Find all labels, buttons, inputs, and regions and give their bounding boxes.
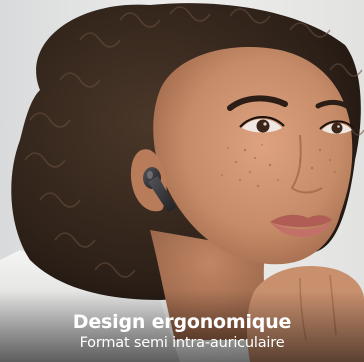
caption-subtitle: Format semi intra-auriculaire [79, 335, 285, 351]
product-photo [0, 0, 364, 362]
product-image-frame: Design ergonomique Format semi intra-aur… [0, 0, 364, 362]
caption-title: Design ergonomique [72, 311, 292, 333]
caption: Design ergonomique Format semi intra-aur… [0, 310, 364, 362]
